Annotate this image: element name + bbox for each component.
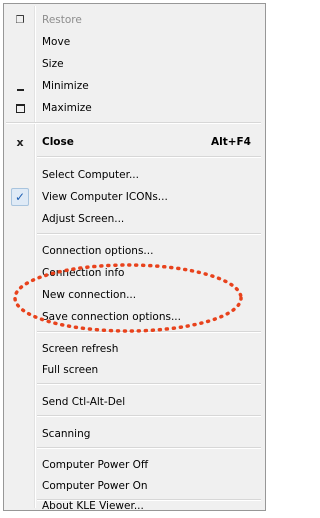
menu-separator (37, 415, 261, 417)
menu-item-view-computer-icons[interactable]: ✓ View Computer ICONs... (6, 187, 263, 207)
maximize-icon (6, 98, 34, 118)
menu-item-label: Restore (42, 14, 82, 26)
menu-item-label: Screen refresh (42, 343, 119, 355)
menu-item-full-screen[interactable]: Full screen (6, 360, 263, 380)
system-context-menu: ❐ Restore Move Size Minimize Maximize x … (3, 3, 266, 512)
menu-item-label: Connection options... (42, 245, 154, 257)
restore-icon: ❐ (15, 14, 25, 26)
menu-item-move[interactable]: Move (6, 32, 263, 52)
menu-item-label: Full screen (42, 364, 99, 376)
menu-item-label: Move (42, 36, 71, 48)
menu-item-maximize[interactable]: Maximize (6, 98, 263, 118)
menu-item-label: New connection... (42, 289, 137, 301)
menu-item-computer-power-on[interactable]: Computer Power On (6, 476, 263, 496)
menu-item-connection-options[interactable]: Connection options... (6, 241, 263, 261)
menu-item-size[interactable]: Size (6, 54, 263, 74)
menu-separator (37, 156, 261, 158)
menu-item-label: About KLE Viewer... (42, 500, 144, 512)
menu-item-label: Send Ctl-Alt-Del (42, 396, 126, 408)
menu-item-label: Save connection options... (42, 311, 181, 323)
checkmark-icon: ✓ (6, 187, 34, 207)
minimize-icon (6, 76, 34, 96)
menu-item-label: Adjust Screen... (42, 213, 125, 225)
menu-separator (37, 233, 261, 235)
menu-item-adjust-screen[interactable]: Adjust Screen... (6, 209, 263, 229)
menu-item-label: Select Computer... (42, 169, 139, 181)
menu-item-label: Computer Power On (42, 480, 148, 492)
menu-item-save-connection-options[interactable]: Save connection options... (6, 307, 263, 327)
menu-item-label: Scanning (42, 428, 91, 440)
menu-item-computer-power-off[interactable]: Computer Power Off (6, 455, 263, 475)
menu-item-label: Computer Power Off (42, 459, 149, 471)
menu-separator (37, 331, 261, 333)
close-shortcut: Alt+F4 (210, 136, 251, 148)
menu-item-select-computer[interactable]: Select Computer... (6, 165, 263, 185)
menu-item-label: Size (42, 58, 64, 70)
close-icon: x (16, 135, 24, 149)
menu-item-label: Close (42, 136, 74, 148)
menu-separator (37, 383, 261, 385)
menu-item-send-ctl-alt-del[interactable]: Send Ctl-Alt-Del (6, 392, 263, 412)
menu-item-close[interactable]: x Close Alt+F4 (6, 132, 263, 152)
menu-separator (37, 447, 261, 449)
menu-item-scanning[interactable]: Scanning (6, 424, 263, 444)
menu-item-label: View Computer ICONs... (42, 191, 168, 203)
menu-item-about[interactable]: About KLE Viewer... (6, 500, 263, 512)
menu-separator (6, 122, 261, 124)
menu-item-restore: ❐ Restore (6, 10, 263, 30)
menu-item-label: Connection info (42, 267, 125, 279)
menu-item-label: Maximize (42, 102, 92, 114)
menu-item-connection-info[interactable]: Connection info (6, 263, 263, 283)
menu-item-new-connection[interactable]: New connection... (6, 285, 263, 305)
menu-item-minimize[interactable]: Minimize (6, 76, 263, 96)
menu-item-label: Minimize (42, 80, 89, 92)
menu-item-screen-refresh[interactable]: Screen refresh (6, 339, 263, 359)
